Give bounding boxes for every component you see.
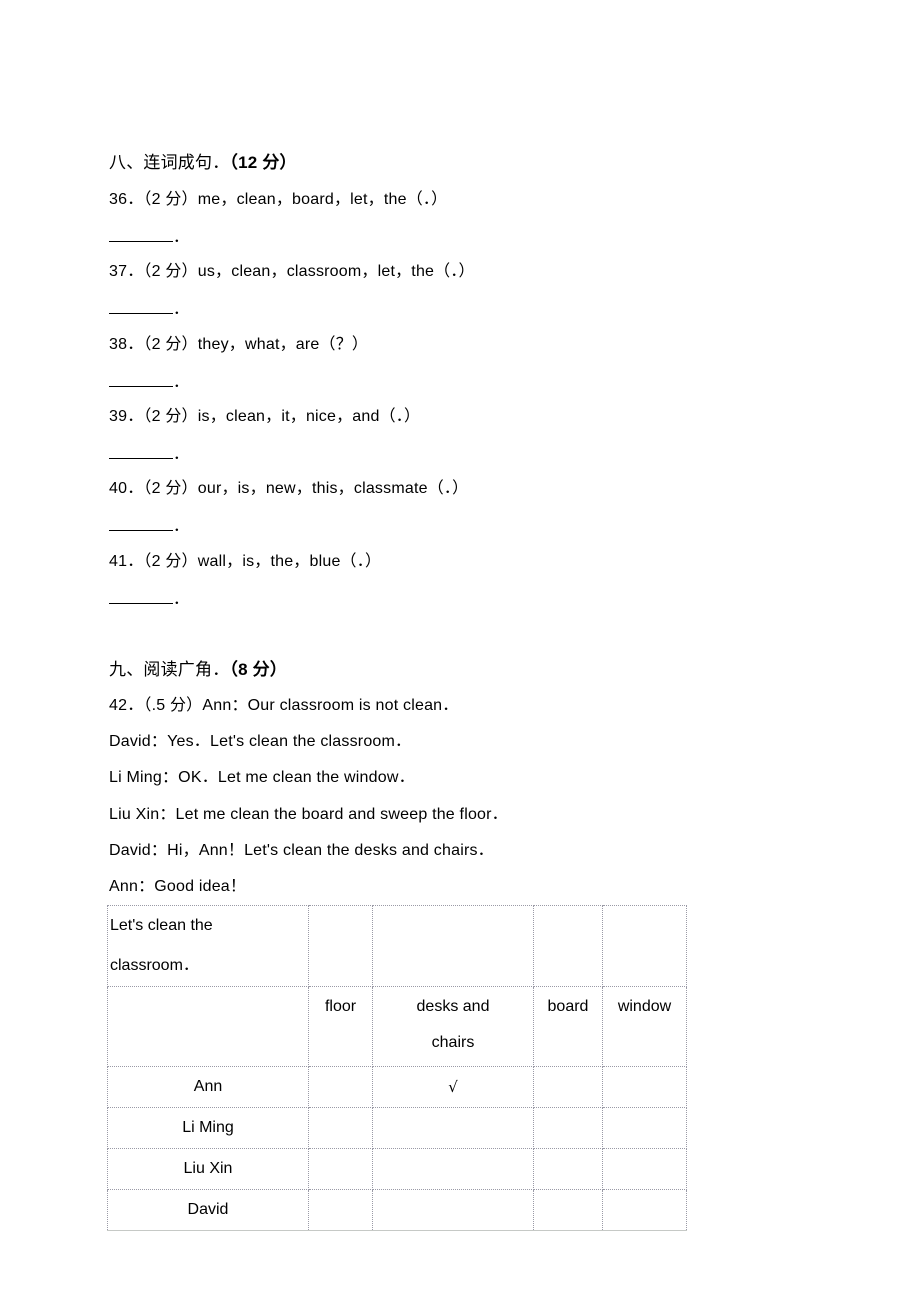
table-cell [308, 905, 373, 987]
table-corner-cell [107, 986, 309, 1067]
question-36: 36．（2 分）me，clean，board，let，the（．） [109, 189, 447, 211]
question-words: our，is，new，this，classmate（．） [197, 480, 469, 497]
table-cell[interactable] [602, 1107, 687, 1149]
table-cell[interactable] [372, 1148, 534, 1190]
question-words: us，clean，classroom，let，the（．） [197, 263, 475, 280]
column-header-label: desks and chairs [416, 998, 490, 1051]
table-cell[interactable] [308, 1148, 373, 1190]
table-row: David [107, 1189, 687, 1231]
answer-blank[interactable] [109, 518, 173, 531]
table-cell[interactable] [308, 1189, 373, 1231]
section-8-heading: 八、连词成句．（12 分） [109, 152, 297, 174]
table-cell[interactable] [602, 1148, 687, 1190]
question-prefix: 39．（2 分） [109, 408, 198, 425]
table-cell[interactable] [533, 1066, 603, 1108]
table-cell[interactable] [533, 1107, 603, 1149]
answer-period: ． [173, 446, 190, 463]
question-words: wall，is，the，blue（．） [197, 553, 382, 570]
question-38: 38．（2 分）they，what，are（？） [109, 334, 368, 356]
dialogue-line: Liu Xin：Let me clean the board and sweep… [109, 806, 508, 823]
table-cell[interactable] [602, 1189, 687, 1231]
answer-blank[interactable] [109, 229, 173, 242]
answer-period: ． [173, 229, 190, 246]
question-prefix: 41．（2 分） [109, 553, 198, 570]
answer-blank[interactable] [109, 591, 173, 604]
table-row: Liu Xin [107, 1148, 687, 1190]
table-cell[interactable] [308, 1107, 373, 1149]
table-header-row: floor desks and chairs board window [107, 986, 687, 1067]
dialogue-line: Ann：Our classroom is not clean． [202, 697, 459, 714]
table-cell[interactable] [533, 1148, 603, 1190]
answer-period: ． [173, 374, 190, 391]
question-39: 39．（2 分）is，clean，it，nice，and（．） [109, 406, 420, 428]
dialogue-line: Ann：Good idea！ [109, 878, 247, 895]
section-9-heading: 九、阅读广角．（8 分） [109, 659, 287, 681]
table-row: Ann √ [107, 1066, 687, 1108]
answer-period: ． [173, 301, 190, 318]
row-name: Ann [107, 1066, 309, 1108]
row-name: Liu Xin [107, 1148, 309, 1190]
section-8-points: （12 分） [229, 153, 297, 172]
table-row: Li Ming [107, 1107, 687, 1149]
column-header-floor: floor [308, 986, 373, 1067]
row-name: Li Ming [107, 1107, 309, 1149]
question-prefix: 40．（2 分） [109, 480, 198, 497]
answer-line-40[interactable]: ． [109, 516, 189, 538]
dialogue-line: David：Yes．Let's clean the classroom． [109, 733, 412, 750]
section-9-title: 九、阅读广角． [109, 660, 230, 679]
question-prefix: 36．（2 分） [109, 191, 198, 208]
question-words: me，clean，board，let，the（．） [197, 191, 448, 208]
answer-line-36[interactable]: ． [109, 227, 189, 249]
dialogue-line: Li Ming：OK．Let me clean the window． [109, 769, 415, 786]
table-cell[interactable] [602, 1066, 687, 1108]
question-words: they，what，are（？） [197, 336, 369, 353]
answer-blank[interactable] [109, 301, 173, 314]
table-title: Let's clean the classroom． [107, 905, 309, 987]
table-cell [372, 905, 534, 987]
question-41: 41．（2 分）wall，is，the，blue（．） [109, 551, 381, 573]
table-cell [533, 905, 603, 987]
row-name: David [107, 1189, 309, 1231]
cleaning-table: Let's clean the classroom． floor desks a… [107, 905, 687, 1231]
question-40: 40．（2 分）our，is，new，this，classmate（．） [109, 478, 468, 500]
question-prefix: 38．（2 分） [109, 336, 198, 353]
table-cell[interactable] [308, 1066, 373, 1108]
section-8-title: 八、连词成句． [109, 153, 230, 172]
column-header-board: board [533, 986, 603, 1067]
table-cell[interactable] [372, 1189, 534, 1231]
check-mark-cell[interactable]: √ [372, 1066, 534, 1108]
answer-blank[interactable] [109, 374, 173, 387]
table-title-row: Let's clean the classroom． [107, 905, 687, 987]
question-42: 42．（.5 分）Ann：Our classroom is not clean． [109, 695, 458, 717]
answer-period: ． [173, 518, 190, 535]
answer-line-38[interactable]: ． [109, 372, 189, 394]
answer-blank[interactable] [109, 446, 173, 459]
answer-period: ． [173, 591, 190, 608]
dialogue-line: David：Hi，Ann！Let's clean the desks and c… [109, 842, 494, 859]
answer-line-37[interactable]: ． [109, 299, 189, 321]
column-header-window: window [602, 986, 687, 1067]
table-cell[interactable] [372, 1107, 534, 1149]
section-9-points: （8 分） [229, 660, 288, 679]
question-words: is，clean，it，nice，and（．） [197, 408, 421, 425]
question-prefix: 42．（.5 分） [109, 697, 203, 714]
question-prefix: 37．（2 分） [109, 263, 198, 280]
question-37: 37．（2 分）us，clean，classroom，let，the（．） [109, 261, 475, 283]
table-cell [602, 905, 687, 987]
column-header-desks-and-chairs: desks and chairs [372, 986, 534, 1067]
answer-line-39[interactable]: ． [109, 444, 189, 466]
answer-line-41[interactable]: ． [109, 589, 189, 611]
table-cell[interactable] [533, 1189, 603, 1231]
